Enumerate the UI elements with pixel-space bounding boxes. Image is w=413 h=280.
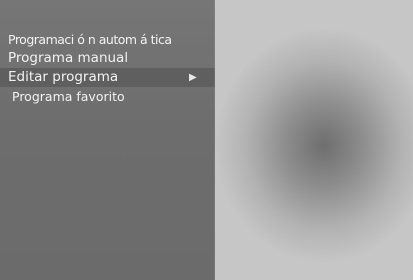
menu-item-favorite-program[interactable]: Programa favorito [0,87,215,106]
menu-item-label: Programa favorito [12,89,125,104]
video-preview [215,0,413,280]
menu-item-label: Editar programa [8,69,119,85]
tv-menu-screen: Programaci ó n autom á tica Programa man… [0,0,413,280]
menu-item-label: Programa manual [8,50,129,66]
menu-item-manual-programming[interactable]: Programa manual [0,49,215,68]
program-menu: Programaci ó n autom á tica Programa man… [0,30,215,106]
menu-item-label: Programaci ó n autom á tica [8,32,172,47]
triangle-right-icon: ▶ [189,72,197,83]
menu-item-auto-programming[interactable]: Programaci ó n autom á tica [0,30,215,49]
menu-panel: Programaci ó n autom á tica Programa man… [0,0,215,280]
menu-item-edit-program[interactable]: Editar programa ▶ [0,68,215,87]
